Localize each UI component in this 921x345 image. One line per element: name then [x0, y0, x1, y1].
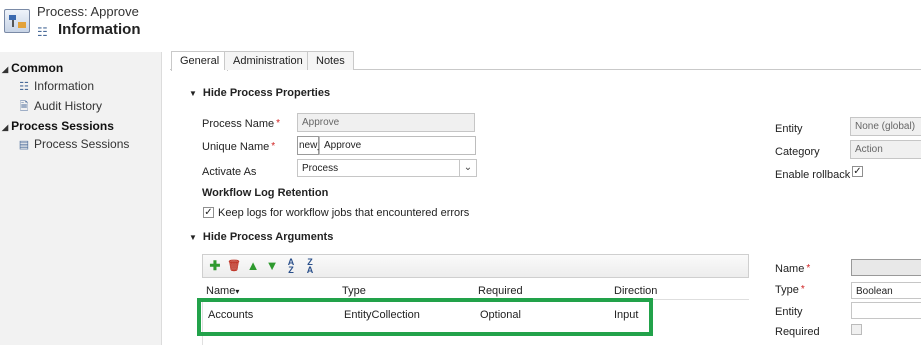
- category-label: Category: [775, 146, 820, 158]
- collapse-triangle-icon: ◢: [2, 65, 9, 74]
- column-header-type[interactable]: Type: [342, 285, 366, 297]
- add-icon[interactable]: ✚: [207, 258, 223, 274]
- entity-field: None (global): [850, 117, 921, 136]
- column-header-name[interactable]: Name▾: [206, 285, 239, 297]
- chevron-down-icon[interactable]: ⌄: [459, 160, 476, 176]
- section-toggle-process-properties[interactable]: ▼ Hide Process Properties: [189, 87, 330, 99]
- required-star: *: [800, 284, 805, 295]
- collapse-triangle-icon: ▼: [189, 233, 197, 242]
- argument-type-field[interactable]: Boolean: [851, 282, 921, 299]
- move-up-icon[interactable]: ▲: [245, 258, 261, 274]
- argument-name-field[interactable]: [851, 259, 921, 276]
- highlight-annotation-box: [197, 298, 653, 336]
- enable-rollback-checkbox[interactable]: ✓: [852, 166, 863, 177]
- column-header-direction[interactable]: Direction: [614, 285, 657, 297]
- argument-entity-label: Entity: [775, 306, 803, 318]
- process-flow-icon: ☷: [37, 25, 48, 39]
- required-star: *: [271, 141, 276, 152]
- move-down-icon[interactable]: ▼: [264, 258, 280, 274]
- required-star: *: [276, 118, 281, 129]
- process-sessions-icon: ▤: [18, 139, 30, 151]
- record-title: Process: Approve: [37, 4, 139, 19]
- sort-indicator-icon: ▾: [235, 287, 240, 296]
- unique-name-label: Unique Name *: [202, 141, 276, 153]
- left-navigation: ◢ Common ☷ Information 🗎 Audit History ◢ Pro…: [0, 52, 162, 345]
- delete-icon[interactable]: 🗑: [226, 258, 242, 274]
- tab-general[interactable]: General: [171, 51, 229, 71]
- unique-name-prefix: new_: [297, 136, 323, 155]
- argument-entity-field[interactable]: [851, 302, 921, 319]
- argument-required-label: Required: [775, 326, 820, 338]
- collapse-triangle-icon: ◢: [2, 123, 9, 132]
- enable-rollback-label: Enable rollback: [775, 169, 851, 181]
- keep-logs-label: Keep logs for workflow jobs that encount…: [218, 207, 470, 219]
- arguments-toolbar: ✚ 🗑 ▲ ▼ AZ ZA: [202, 254, 749, 278]
- nav-group-common[interactable]: ◢ Common: [2, 61, 63, 75]
- process-flow-icon: ☷: [19, 81, 29, 93]
- keep-logs-checkbox[interactable]: ✓: [203, 207, 214, 218]
- column-header-required[interactable]: Required: [478, 285, 523, 297]
- nav-item-information[interactable]: ☷ Information: [18, 79, 94, 93]
- sort-descending-icon[interactable]: ZA: [302, 258, 318, 275]
- process-name-field[interactable]: Approve: [297, 113, 475, 132]
- workflow-log-heading: Workflow Log Retention: [202, 187, 329, 199]
- unique-name-field[interactable]: Approve: [319, 136, 476, 155]
- activate-as-label: Activate As: [202, 166, 257, 178]
- collapse-triangle-icon: ▼: [189, 89, 197, 98]
- section-toggle-process-arguments[interactable]: ▼ Hide Process Arguments: [189, 231, 333, 243]
- activate-as-select[interactable]: Process ⌄: [297, 159, 477, 177]
- argument-name-label: Name *: [775, 263, 811, 275]
- nav-item-audit-history[interactable]: 🗎 Audit History: [18, 98, 102, 117]
- nav-item-process-sessions[interactable]: ▤ Process Sessions: [18, 137, 130, 151]
- category-field: Action: [850, 140, 921, 159]
- tab-administration[interactable]: Administration: [224, 51, 312, 70]
- tab-notes[interactable]: Notes: [307, 51, 354, 70]
- form-name: Information: [58, 21, 141, 38]
- audit-history-icon: 🗎: [19, 101, 29, 113]
- argument-required-checkbox[interactable]: [851, 324, 862, 335]
- required-star: *: [806, 263, 811, 274]
- sort-ascending-icon[interactable]: AZ: [283, 258, 299, 275]
- entity-label: Entity: [775, 123, 803, 135]
- argument-type-label: Type *: [775, 284, 805, 296]
- process-form-icon: [4, 9, 30, 33]
- process-name-label: Process Name *: [202, 118, 281, 130]
- nav-group-process-sessions[interactable]: ◢ Process Sessions: [2, 119, 114, 133]
